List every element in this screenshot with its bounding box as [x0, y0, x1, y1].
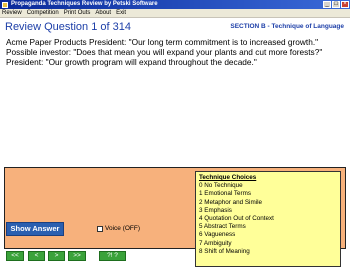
next-question-button[interactable]: > — [48, 251, 65, 261]
question-line: Possible investor: "Does that mean you w… — [6, 47, 323, 57]
choices-header: Technique Choices — [199, 174, 257, 181]
choice-item[interactable]: 5 Abstract Terms — [199, 223, 337, 231]
first-question-button[interactable]: << — [6, 251, 24, 261]
menu-bar: Review Competition Print Outs About Exit — [0, 9, 350, 18]
title-bar: Propaganda Techniques Review by Petski S… — [0, 0, 350, 9]
choice-item[interactable]: 8 Shift of Meaning — [199, 248, 337, 256]
menu-competition[interactable]: Competition — [27, 9, 59, 17]
menu-about[interactable]: About — [95, 9, 111, 17]
window-controls: _ □ × — [323, 1, 349, 8]
choice-item[interactable]: 7 Ambiguity — [199, 240, 337, 248]
choice-item[interactable]: 4 Quotation Out of Context — [199, 215, 337, 223]
choice-item[interactable]: 0 No Technique — [199, 182, 337, 190]
maximize-icon[interactable]: □ — [332, 1, 340, 8]
technique-choices-box: Technique Choices 0 No Technique 1 Emoti… — [195, 171, 341, 267]
random-question-button[interactable]: ?! ? — [99, 251, 126, 261]
choice-item[interactable]: 2 Metaphor and Simile — [199, 199, 337, 207]
voice-toggle[interactable]: Voice (OFF) — [97, 225, 140, 232]
app-icon — [2, 1, 8, 8]
question-text: Acme Paper Products President: "Our long… — [6, 37, 346, 67]
previous-question-button[interactable]: < — [28, 251, 45, 261]
question-line: Acme Paper Products President: "Our long… — [6, 37, 319, 47]
choice-item[interactable]: 1 Emotional Terms — [199, 190, 337, 198]
minimize-icon[interactable]: _ — [323, 1, 331, 8]
question-title: Review Question 1 of 314 — [5, 21, 131, 33]
close-icon[interactable]: × — [341, 1, 349, 8]
voice-label: Voice (OFF) — [105, 225, 141, 232]
question-header: Review Question 1 of 314 SECTION B - Tec… — [0, 18, 350, 35]
choice-item[interactable]: 3 Emphasis — [199, 207, 337, 215]
question-line: President: "Our growth program will expa… — [6, 57, 257, 67]
menu-exit[interactable]: Exit — [116, 9, 126, 17]
menu-review[interactable]: Review — [2, 9, 22, 17]
window-title: Propaganda Techniques Review by Petski S… — [11, 1, 158, 7]
section-label: SECTION B - Technique of Language — [230, 23, 344, 30]
show-answer-button[interactable]: Show Answer — [6, 222, 64, 236]
last-question-button[interactable]: >> — [68, 251, 86, 261]
menu-print-outs[interactable]: Print Outs — [64, 9, 91, 17]
choice-item[interactable]: 6 Vagueness — [199, 231, 337, 239]
voice-checkbox[interactable] — [97, 225, 103, 232]
